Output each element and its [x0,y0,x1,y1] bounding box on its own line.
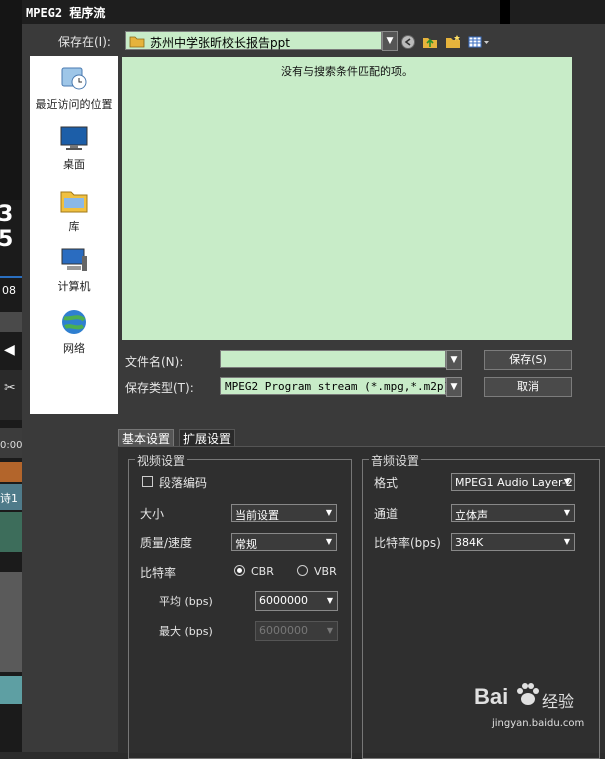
chevron-down-icon: ▼ [563,537,570,546]
watermark-url: jingyan.baidu.com [492,718,585,729]
bg-time-fragment: 3 5 [0,202,14,252]
file-list[interactable]: 没有与搜索条件匹配的项。 [122,57,572,340]
bg-clip-orange [0,462,22,482]
bg-clip-label: 诗1 [0,492,18,505]
tab-basic-settings[interactable]: 基本设置 [118,429,175,447]
up-folder-icon[interactable] [422,34,438,50]
chevron-down-icon: ▼ [325,508,332,517]
desktop-icon [59,124,89,152]
scissors-icon[interactable]: ✂ [4,380,16,396]
channel-value: 立体声 [455,509,488,522]
audio-bitrate-select[interactable]: 384K ▼ [451,533,575,551]
size-label: 大小 [140,507,165,521]
vbr-radio[interactable] [297,565,308,576]
watermark: Bai 经验 jingyan.baidu.com [474,680,584,740]
quality-select[interactable]: 常规 ▼ [231,533,337,551]
bg-clip-teal [0,676,22,704]
title-bar: MPEG2 程序流 [22,0,605,24]
average-bitrate-input[interactable]: 6000000 ▼ [255,591,338,611]
recent-places-icon [59,64,89,92]
view-menu-icon[interactable] [468,34,490,50]
chevron-down-icon: ▼ [563,508,570,517]
places-bar: 最近访问的位置 桌面库计算机网络 [30,56,118,414]
chevron-down-icon[interactable]: ▼ [446,377,462,397]
video-settings-group: 视频设置 段落编码 大小 当前设置 ▼ 质量/速度 常规 ▼ 比特率 CBR VBR… [128,452,352,759]
place-recent-places[interactable]: 最近访问的位置 [30,64,118,112]
size-select[interactable]: 当前设置 ▼ [231,504,337,522]
cbr-label: CBR [251,565,274,578]
audio-bitrate-value: 384K [455,536,484,549]
bg-divider [0,276,22,278]
watermark-suffix: 经验 [542,692,575,711]
bg-counter: 08 [2,284,16,297]
back-icon[interactable] [400,34,416,50]
size-value: 当前设置 [235,509,279,522]
save-in-value: 苏州中学张昕校长报告ppt [150,36,290,50]
play-back-icon[interactable]: ◀ [4,342,15,358]
chevron-down-icon: ▼ [563,477,570,486]
place-computer[interactable]: 计算机 [30,246,118,294]
filetype-label: 保存类型(T): [125,381,194,395]
network-icon [59,308,89,336]
average-bitrate-value: 6000000 [259,594,308,607]
place-label: 桌面 [63,158,85,171]
paw-icon [517,683,539,705]
bitrate-label: 比特率 [140,566,177,580]
filename-input[interactable]: ▼ [220,350,462,370]
save-button[interactable]: 保存(S) [484,350,572,370]
bg-timecode: 0:00 [0,440,23,451]
vbr-label: VBR [314,565,337,578]
segment-encoding-label: 段落编码 [159,476,208,490]
audio-format-value: MPEG1 Audio Layer-2 [455,476,573,489]
quality-label: 质量/速度 [140,536,193,550]
save-in-combo[interactable]: 苏州中学张昕校长报告ppt ▼ [125,31,398,51]
new-folder-icon[interactable] [445,34,461,50]
title-bar-separator [500,0,510,24]
place-network[interactable]: 网络 [30,308,118,356]
save-in-label: 保存在(I): [58,35,111,49]
bg-track [0,572,22,672]
chevron-down-icon[interactable]: ▼ [446,350,462,370]
place-label: 网络 [63,342,85,355]
background-app-strip: 3 5 08 ◀ ✂ 0:00 诗1 [0,0,22,752]
chevron-down-icon[interactable]: ▼ [382,31,398,51]
chevron-down-icon: ▼ [326,596,333,605]
filetype-select[interactable]: MPEG2 Program stream (*.mpg,*.m2p) ▼ [220,377,462,397]
bg-audio-wave [0,512,22,552]
chevron-down-icon: ▼ [326,626,333,635]
audio-format-select[interactable]: MPEG1 Audio Layer-2 ▼ [451,473,575,491]
bg-toolbar [0,312,22,332]
max-bitrate-label: 最大 (bps) [159,625,213,638]
audio-group-title: 音频设置 [369,452,422,469]
quality-value: 常规 [235,538,257,551]
average-bitrate-label: 平均 (bps) [159,595,213,608]
place-label: 最近访问的位置 [35,98,113,111]
filetype-value: MPEG2 Program stream (*.mpg,*.m2p) [225,380,451,393]
segment-encoding-checkbox[interactable] [142,476,153,487]
audio-format-label: 格式 [374,476,399,490]
save-dialog: MPEG2 程序流 保存在(I): 苏州中学张昕校长报告ppt ▼ 最近访问的位… [22,0,605,759]
computer-icon [59,246,89,274]
tab-extended-settings[interactable]: 扩展设置 [179,429,236,447]
max-bitrate-input: 6000000 ▼ [255,621,338,641]
place-label: 计算机 [57,280,91,293]
library-icon [59,186,89,214]
place-label: 库 [68,220,80,233]
audio-bitrate-label: 比特率(bps) [374,536,441,550]
bg-panel [0,0,22,200]
watermark-brand: Bai [474,684,509,709]
max-bitrate-value: 6000000 [259,624,308,637]
filename-label: 文件名(N): [125,355,184,369]
video-group-title: 视频设置 [135,452,188,469]
place-desktop[interactable]: 桌面 [30,124,118,172]
cancel-button[interactable]: 取消 [484,377,572,397]
dialog-title: MPEG2 程序流 [26,6,106,20]
place-library[interactable]: 库 [30,186,118,234]
empty-message: 没有与搜索条件匹配的项。 [281,65,413,78]
channel-select[interactable]: 立体声 ▼ [451,504,575,522]
cbr-radio[interactable] [234,565,245,576]
channel-label: 通道 [374,507,399,521]
folder-icon [129,36,145,48]
chevron-down-icon: ▼ [325,537,332,546]
